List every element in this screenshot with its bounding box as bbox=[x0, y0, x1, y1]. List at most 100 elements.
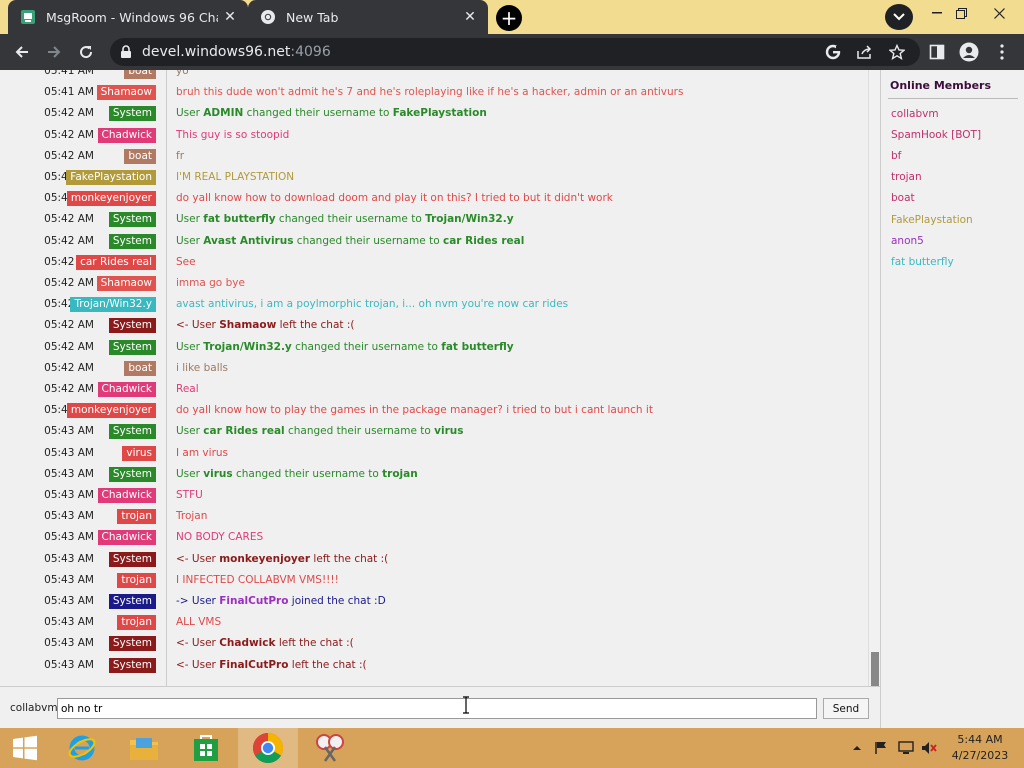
message-nick-badge[interactable]: Shamaow bbox=[96, 85, 156, 101]
reload-icon bbox=[80, 46, 93, 59]
tab-close-icon[interactable]: ✕ bbox=[458, 5, 482, 29]
message-fragment: changed their username to bbox=[293, 234, 443, 247]
message-nick-badge[interactable]: Trojan/Win32.y bbox=[70, 297, 156, 313]
reload-button[interactable] bbox=[72, 38, 100, 66]
new-tab-button[interactable]: + bbox=[496, 5, 522, 31]
chevron-down-icon bbox=[893, 13, 905, 21]
message-input[interactable] bbox=[57, 698, 817, 719]
message-nick-badge[interactable]: FakePlaystation bbox=[66, 170, 156, 185]
message-nick-badge[interactable]: Shamaow bbox=[96, 276, 156, 291]
chat-scrollbar[interactable] bbox=[868, 70, 880, 686]
taskbar-chrome[interactable] bbox=[238, 728, 298, 768]
tab-new-tab[interactable]: New Tab ✕ bbox=[248, 0, 488, 34]
message-text: User Avast Antivirus changed their usern… bbox=[176, 235, 524, 247]
close-icon bbox=[993, 7, 1005, 19]
message-nick-badge[interactable]: System bbox=[108, 339, 156, 355]
side-panel-button[interactable] bbox=[925, 41, 949, 63]
forward-button[interactable] bbox=[40, 38, 68, 66]
chat-message-row: 05:42 AM Chadwick Real bbox=[0, 380, 868, 401]
taskbar-internet-explorer[interactable] bbox=[52, 728, 112, 768]
message-text: Real bbox=[176, 383, 199, 395]
message-timestamp: 05:43 AM bbox=[44, 446, 94, 459]
message-nick-badge[interactable]: System bbox=[108, 551, 156, 567]
arrow-right-icon bbox=[48, 46, 61, 58]
back-button[interactable] bbox=[8, 38, 36, 66]
message-nick-badge[interactable]: trojan bbox=[117, 509, 156, 525]
member-item[interactable]: trojan bbox=[891, 171, 922, 183]
message-nick-badge[interactable]: System bbox=[108, 106, 156, 122]
message-text: User fat butterfly changed their usernam… bbox=[176, 213, 514, 225]
volume-button[interactable] bbox=[920, 738, 938, 758]
taskbar-store[interactable] bbox=[176, 728, 236, 768]
message-timestamp: 05:42 AM bbox=[44, 149, 94, 162]
message-nick-badge[interactable]: Chadwick bbox=[97, 488, 156, 503]
member-item[interactable]: fat butterfly bbox=[891, 256, 954, 268]
message-timestamp: 05:42 AM bbox=[44, 383, 94, 395]
address-bar[interactable]: devel.windows96.net:4096 bbox=[110, 38, 920, 66]
taskbar-clock[interactable]: 5:44 AM 4/27/2023 bbox=[940, 732, 1020, 764]
message-nick-badge[interactable]: trojan bbox=[117, 572, 156, 588]
message-timestamp: 05:43 AM bbox=[44, 531, 94, 544]
taskbar-file-explorer[interactable] bbox=[114, 728, 174, 768]
chat-message-row: 05:42 AM System User Trojan/Win32.y change… bbox=[0, 338, 868, 359]
message-nick-badge[interactable]: System bbox=[108, 424, 156, 440]
member-item[interactable]: FakePlaystation bbox=[891, 214, 973, 226]
message-nick-badge[interactable]: Chadwick bbox=[97, 382, 156, 397]
action-center-button[interactable] bbox=[872, 738, 890, 758]
message-fragment: User bbox=[176, 213, 204, 226]
message-fragment: left the chat :( bbox=[288, 658, 367, 671]
scrollbar-thumb[interactable] bbox=[871, 652, 879, 686]
chat-message-row: 05:42 AM Shamaow imma go bye bbox=[0, 274, 868, 295]
chat-message-row: 05:42 AM System User Avast Antivirus chang… bbox=[0, 232, 868, 253]
bookmark-star-icon[interactable] bbox=[887, 43, 907, 61]
message-nick-badge[interactable]: System bbox=[108, 318, 156, 334]
close-window-button[interactable] bbox=[982, 0, 1016, 26]
message-nick-badge[interactable]: Chadwick bbox=[97, 127, 156, 143]
current-nick-label[interactable]: collabvm bbox=[10, 702, 58, 714]
share-icon[interactable] bbox=[855, 43, 875, 61]
text-cursor-icon bbox=[463, 696, 469, 714]
send-button[interactable]: Send bbox=[823, 698, 869, 719]
message-nick-badge[interactable]: boat bbox=[124, 70, 156, 79]
chat-message-row: 05:41 AM Shamaow bruh this dude won't admi… bbox=[0, 83, 868, 104]
message-nick-badge[interactable]: System bbox=[108, 594, 156, 609]
network-button[interactable] bbox=[896, 738, 916, 758]
restore-button[interactable] bbox=[944, 0, 978, 26]
chat-message-row: 05:42 AMmonkeyenjoyerdo yall know how to… bbox=[0, 189, 868, 210]
chrome-favicon-icon bbox=[260, 9, 276, 25]
message-nick-badge[interactable]: System bbox=[108, 212, 156, 228]
message-nick-badge[interactable]: System bbox=[108, 233, 156, 249]
message-nick-badge[interactable]: monkeyenjoyer bbox=[66, 191, 156, 207]
member-item[interactable]: bf bbox=[891, 150, 901, 162]
message-nick-badge[interactable]: monkeyenjoyer bbox=[66, 403, 156, 419]
member-item[interactable]: boat bbox=[891, 192, 915, 204]
message-nick-badge[interactable]: trojan bbox=[117, 615, 156, 631]
message-nick-badge[interactable]: car Rides real bbox=[76, 254, 156, 270]
minimize-icon bbox=[932, 12, 942, 14]
message-nick-badge[interactable]: System bbox=[108, 657, 156, 673]
member-item[interactable]: anon5 bbox=[891, 235, 924, 247]
start-button[interactable] bbox=[0, 728, 50, 768]
message-nick-badge[interactable]: System bbox=[108, 636, 156, 652]
tab-search-button[interactable] bbox=[885, 4, 913, 30]
google-icon[interactable] bbox=[823, 43, 843, 61]
tab-msgroom[interactable]: MsgRoom - Windows 96 Chat ✕ bbox=[8, 0, 248, 34]
message-text: <- User monkeyenjoyer left the chat :( bbox=[176, 553, 388, 565]
message-username: car Rides real bbox=[203, 425, 285, 438]
message-nick-badge[interactable]: boat bbox=[124, 360, 156, 376]
message-fragment: changed their username to bbox=[243, 107, 393, 120]
message-fragment: <- User bbox=[176, 658, 220, 671]
menu-button[interactable] bbox=[990, 41, 1014, 63]
message-nick-badge[interactable]: Chadwick bbox=[97, 530, 156, 546]
message-nick-badge[interactable]: System bbox=[108, 466, 156, 482]
chat-log[interactable]: 05:41 AM boat yo 05:41 AM Shamaow bruh this d… bbox=[0, 70, 868, 686]
tab-close-icon[interactable]: ✕ bbox=[218, 5, 242, 29]
message-nick-badge[interactable]: boat bbox=[124, 148, 156, 164]
message-text: avast antivirus, i am a poylmorphic troj… bbox=[176, 298, 569, 311]
taskbar-snipping-tool[interactable] bbox=[300, 728, 360, 768]
message-nick-badge[interactable]: virus bbox=[122, 445, 156, 461]
show-hidden-icons-button[interactable] bbox=[850, 738, 864, 758]
member-item[interactable]: SpamHook [BOT] bbox=[891, 129, 981, 141]
member-item[interactable]: collabvm bbox=[891, 108, 939, 120]
profile-button[interactable] bbox=[957, 41, 981, 63]
